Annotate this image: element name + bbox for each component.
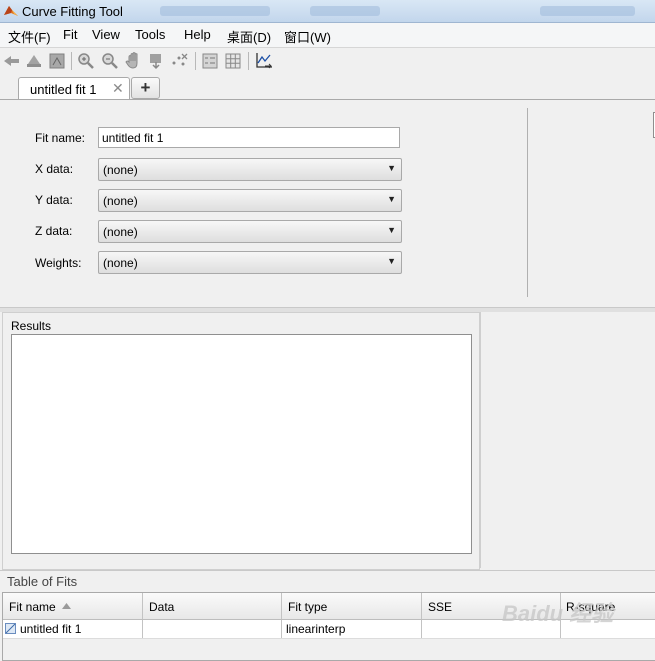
zoom-out-icon[interactable] [100, 51, 120, 71]
fit-name-label: Fit name: [35, 131, 86, 145]
column-header-data[interactable]: Data [143, 593, 282, 619]
dropdown-arrow-icon: ▼ [387, 194, 396, 204]
fit-name-input[interactable] [98, 127, 400, 148]
tab-untitled-fit-1[interactable]: untitled fit 1 ✕ [18, 77, 130, 100]
menu-help[interactable]: Help [184, 27, 211, 42]
blurred-region [540, 6, 635, 16]
cell-data [143, 620, 282, 638]
data-cursor-icon[interactable] [47, 51, 67, 71]
fit-type-icon [5, 623, 16, 634]
x-data-select[interactable]: (none) ▼ [98, 158, 402, 181]
fit-settings-panel: Fit name: X data: (none) ▼ Y data: (none… [2, 100, 655, 307]
tab-label: untitled fit 1 [30, 82, 97, 97]
menu-desktop[interactable]: 桌面(D) [227, 27, 271, 46]
panel-divider [527, 108, 528, 297]
pan-arrow-icon[interactable] [24, 51, 44, 71]
toolbar [0, 48, 655, 74]
blurred-region [160, 6, 270, 16]
results-text-area[interactable] [11, 334, 472, 554]
weights-label: Weights: [35, 256, 82, 270]
axes-limits-icon[interactable] [254, 51, 274, 71]
close-icon[interactable]: ✕ [112, 80, 124, 97]
y-data-value: (none) [103, 194, 138, 208]
x-data-label: X data: [35, 162, 74, 176]
plot-area [480, 312, 655, 568]
results-panel: Results [2, 312, 480, 570]
column-header-fit-type[interactable]: Fit type [282, 593, 422, 619]
z-data-value: (none) [103, 225, 138, 239]
menu-file[interactable]: 文件(F) [8, 27, 51, 46]
zoom-in-icon[interactable] [76, 51, 96, 71]
dropdown-arrow-icon: ▼ [387, 163, 396, 173]
x-data-value: (none) [103, 163, 138, 177]
z-data-label: Z data: [35, 224, 73, 238]
table-of-fits-header: Table of Fits [0, 570, 655, 592]
legend-icon[interactable] [200, 51, 220, 71]
weights-value: (none) [103, 256, 138, 270]
y-data-select[interactable]: (none) ▼ [98, 189, 402, 212]
pan-left-icon[interactable] [2, 51, 22, 71]
fit-tab-strip: untitled fit 1 ✕ + [0, 75, 655, 100]
cell-fit-name: untitled fit 1 [3, 620, 143, 638]
grid-icon[interactable] [223, 51, 243, 71]
menu-view[interactable]: View [92, 27, 120, 42]
title-bar: Curve Fitting Tool [0, 0, 655, 23]
matlab-logo-icon [4, 6, 18, 16]
menu-tools[interactable]: Tools [135, 27, 165, 42]
window-title: Curve Fitting Tool [22, 4, 123, 19]
dropdown-arrow-icon: ▼ [387, 256, 396, 266]
cell-fit-type: linearinterp [282, 620, 422, 638]
data-cursor-down-icon[interactable] [147, 51, 167, 71]
watermark: Baidu 经验 [502, 601, 614, 626]
pan-hand-icon[interactable] [124, 51, 144, 71]
menu-fit[interactable]: Fit [63, 27, 77, 42]
add-fit-tab-button[interactable]: + [131, 77, 160, 99]
weights-select[interactable]: (none) ▼ [98, 251, 402, 274]
menu-window[interactable]: 窗口(W) [284, 27, 331, 46]
column-header-fit-name[interactable]: Fit name [3, 593, 143, 619]
dropdown-arrow-icon: ▼ [387, 225, 396, 235]
y-data-label: Y data: [35, 193, 73, 207]
sort-ascending-icon [62, 603, 71, 609]
results-title: Results [11, 319, 52, 333]
menu-bar: 文件(F) Fit View Tools Help 桌面(D) 窗口(W) [0, 23, 655, 48]
table-of-fits-title: Table of Fits [7, 574, 78, 589]
z-data-select[interactable]: (none) ▼ [98, 220, 402, 243]
blurred-region [310, 6, 380, 16]
exclude-outliers-icon[interactable] [170, 51, 190, 71]
